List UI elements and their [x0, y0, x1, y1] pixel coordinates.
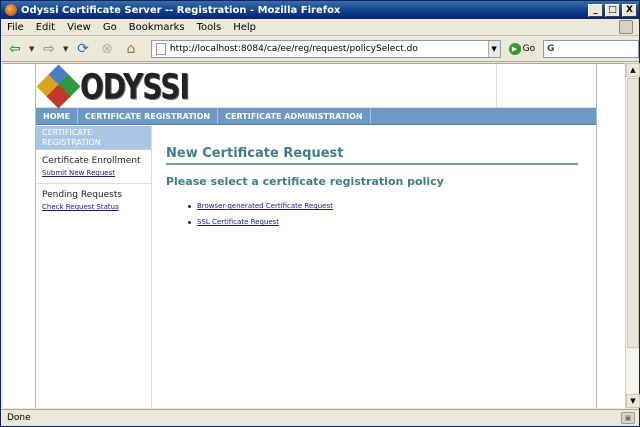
sidebar: CERTIFICATE REGISTRATION Certificate Enr… — [36, 126, 152, 408]
check-request-status-link[interactable]: Check Request Status — [42, 203, 145, 211]
menu-view[interactable]: View — [61, 22, 97, 33]
sidebar-section-title: Certificate Enrollment — [42, 156, 141, 166]
status-text: Done — [7, 413, 31, 423]
nav-certificate-administration[interactable]: CERTIFICATE ADMINISTRATION — [218, 108, 371, 124]
ssl-request-link[interactable]: SSL Certificate Request — [197, 218, 279, 226]
sidebar-section-pending: Pending Requests Check Request Status — [36, 184, 151, 217]
list-item: SSL Certificate Request — [188, 218, 578, 226]
minimize-button[interactable]: _ — [588, 3, 603, 17]
navigation-toolbar: ⇦ ▼ ⇨ ▼ ⟳ ⊗ ⌂ http://localhost:8084/ca/e… — [1, 36, 640, 62]
back-dropdown-icon[interactable]: ▼ — [29, 45, 35, 53]
sidebar-section-title: Pending Requests — [42, 190, 123, 200]
go-arrow-icon: ▶ — [508, 42, 521, 55]
page-viewport: ODYSSI HOME CERTIFICATE REGISTRATION CER… — [3, 63, 625, 408]
scroll-thumb[interactable] — [627, 78, 639, 348]
nav-home[interactable]: HOME — [36, 108, 78, 124]
close-button[interactable]: X — [622, 3, 637, 17]
scroll-up-icon[interactable]: ▲ — [626, 63, 640, 77]
search-engine-icon[interactable]: G — [547, 44, 554, 54]
browser-generated-request-link[interactable]: Browser-generated Certificate Request — [197, 202, 333, 210]
site-nav: HOME CERTIFICATE REGISTRATION CERTIFICAT… — [36, 108, 596, 125]
back-arrow-icon[interactable]: ⇦ — [5, 39, 25, 59]
search-input[interactable]: G — [543, 39, 640, 58]
go-button[interactable]: ▶ Go — [508, 42, 536, 55]
sidebar-header: CERTIFICATE REGISTRATION — [36, 126, 151, 150]
logo-diamonds-icon — [36, 64, 81, 109]
policy-list: Browser-generated Certificate Request SS… — [188, 202, 578, 226]
menu-edit[interactable]: Edit — [30, 22, 61, 33]
firefox-icon — [5, 4, 17, 16]
menu-bookmarks[interactable]: Bookmarks — [123, 22, 191, 33]
stop-icon[interactable]: ⊗ — [97, 39, 117, 59]
main-content: New Certificate Request Please select a … — [166, 126, 578, 234]
status-security-icon: ▣ — [621, 412, 635, 424]
forward-arrow-icon[interactable]: ⇨ — [39, 39, 59, 59]
go-label: Go — [522, 43, 536, 54]
web-page: ODYSSI HOME CERTIFICATE REGISTRATION CER… — [35, 64, 597, 408]
list-item: Browser-generated Certificate Request — [188, 202, 578, 210]
throbber-icon — [619, 20, 633, 34]
menu-help[interactable]: Help — [227, 22, 262, 33]
menu-go[interactable]: Go — [97, 22, 123, 33]
url-bar[interactable]: http://localhost:8084/ca/ee/reg/request/… — [150, 39, 501, 58]
page-subtitle: Please select a certificate registration… — [166, 175, 444, 188]
menu-tools[interactable]: Tools — [191, 22, 228, 33]
window-title: Odyssi Certificate Server -- Registratio… — [21, 4, 341, 16]
page-title: New Certificate Request — [166, 126, 578, 165]
odyssi-logo: ODYSSI — [36, 64, 190, 109]
header-right-cell — [496, 64, 596, 108]
url-text[interactable]: http://localhost:8084/ca/ee/reg/request/… — [170, 44, 488, 54]
browser-window: Odyssi Certificate Server -- Registratio… — [0, 0, 640, 427]
status-bar: Done ▣ — [1, 409, 639, 426]
maximize-button[interactable]: □ — [605, 3, 620, 17]
forward-dropdown-icon[interactable]: ▼ — [63, 45, 69, 53]
menu-file[interactable]: File — [1, 22, 30, 33]
bullet-icon — [188, 220, 191, 224]
home-icon[interactable]: ⌂ — [121, 39, 141, 59]
submit-new-request-link[interactable]: Submit New Request — [42, 169, 145, 177]
menu-bar: File Edit View Go Bookmarks Tools Help — [1, 19, 639, 36]
nav-certificate-registration[interactable]: CERTIFICATE REGISTRATION — [78, 108, 219, 124]
page-icon — [155, 42, 166, 55]
vertical-scrollbar[interactable]: ▲ ▼ — [625, 63, 640, 408]
reload-icon[interactable]: ⟳ — [73, 39, 93, 59]
scroll-down-icon[interactable]: ▼ — [626, 394, 640, 408]
url-dropdown-icon[interactable]: ▼ — [487, 40, 500, 57]
bullet-icon — [188, 204, 191, 208]
sidebar-section-enrollment: Certificate Enrollment Submit New Reques… — [36, 150, 151, 184]
site-header: ODYSSI — [36, 64, 596, 109]
logo-wordmark: ODYSSI — [80, 65, 190, 107]
title-bar: Odyssi Certificate Server -- Registratio… — [1, 1, 639, 19]
window-controls: _ □ X — [588, 3, 637, 17]
